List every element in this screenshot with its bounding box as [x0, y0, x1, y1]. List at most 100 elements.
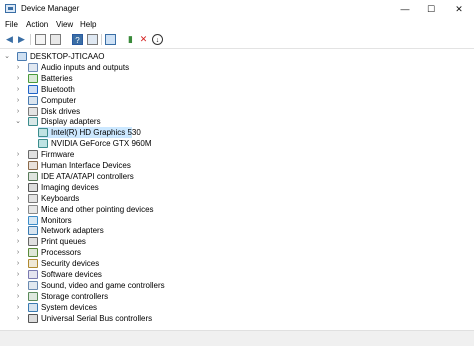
bluetooth-icon	[28, 84, 38, 94]
security-icon	[28, 259, 38, 269]
menu-bar: File Action View Help	[0, 18, 474, 31]
expand-chevron-icon[interactable]: ›	[14, 269, 22, 280]
toolbar: ◀ ▶ ? ▮ ✕ ↓	[0, 31, 474, 49]
toolbar-separator	[30, 34, 31, 45]
expand-chevron-icon[interactable]: ›	[14, 291, 22, 302]
minimize-button[interactable]: —	[392, 0, 418, 18]
expand-chevron-icon[interactable]: ›	[14, 236, 22, 247]
tree-category-label: System devices	[41, 302, 98, 312]
device-tree: ⌄ DESKTOP-JTICAAO › Audio inputs and outp…	[0, 49, 474, 330]
download-driver-icon[interactable]: ↓	[152, 34, 163, 45]
display-adapter-icon	[38, 128, 48, 138]
scrollbar-track[interactable]	[10, 335, 462, 341]
expand-chevron-icon[interactable]: ›	[14, 160, 22, 171]
expand-chevron-icon[interactable]: ›	[14, 313, 22, 324]
tree-category-label: Audio inputs and outputs	[41, 62, 130, 72]
computer-icon	[17, 52, 27, 61]
tree-category-label: Mice and other pointing devices	[41, 204, 154, 214]
collapse-chevron-icon[interactable]: ⌄	[14, 116, 22, 127]
expand-chevron-icon[interactable]: ›	[14, 258, 22, 269]
printer-icon	[28, 237, 38, 247]
close-button[interactable]: ✕	[446, 0, 472, 18]
battery-icon	[28, 73, 38, 83]
menu-action[interactable]: Action	[26, 20, 48, 29]
tree-category-label: Storage controllers	[41, 291, 109, 301]
audio-icon	[28, 62, 38, 72]
expand-chevron-icon[interactable]: ›	[14, 149, 22, 160]
storage-icon	[28, 291, 38, 301]
expand-chevron-icon[interactable]: ›	[14, 247, 22, 258]
tree-category-label: Monitors	[41, 215, 72, 225]
tree-category-label: Display adapters	[41, 117, 101, 127]
tree-category-label: Disk drives	[41, 106, 81, 116]
expand-chevron-icon[interactable]: ›	[14, 225, 22, 236]
scan-monitor-icon[interactable]	[105, 34, 116, 45]
camera-icon	[28, 182, 38, 192]
device-manager-icon	[5, 4, 16, 13]
disk-icon	[28, 106, 38, 116]
update-driver-icon[interactable]: ▮	[125, 34, 136, 45]
tree-category-label: Bluetooth	[41, 84, 75, 94]
tree-device-label: NVIDIA GeForce GTX 960M	[51, 139, 152, 149]
show-hide-console-tree-icon[interactable]	[50, 34, 61, 45]
title-bar: Device Manager — ☐ ✕	[0, 0, 474, 18]
uninstall-device-icon[interactable]: ✕	[138, 34, 149, 45]
tree-category-label: Firmware	[41, 150, 75, 160]
mouse-icon	[28, 204, 38, 214]
device-properties-icon[interactable]	[87, 34, 98, 45]
maximize-button[interactable]: ☐	[418, 0, 444, 18]
ide-icon	[28, 171, 38, 181]
tree-category-label: Keyboards	[41, 193, 80, 203]
tree-category-label: Human Interface Devices	[41, 161, 131, 170]
monitor-icon	[28, 215, 38, 225]
expand-chevron-icon[interactable]: ›	[14, 95, 22, 106]
menu-file[interactable]: File	[5, 20, 18, 29]
expand-chevron-icon[interactable]: ›	[14, 182, 22, 193]
tree-category-label: Batteries	[41, 73, 73, 83]
hid-icon	[28, 161, 38, 170]
tree-category-label: Security devices	[41, 259, 100, 269]
properties-sheet-icon[interactable]	[35, 34, 46, 45]
window-title: Device Manager	[21, 4, 80, 13]
usb-icon	[28, 313, 38, 323]
system-icon	[28, 302, 38, 312]
expand-chevron-icon[interactable]: ›	[14, 171, 22, 182]
help-icon[interactable]: ?	[72, 34, 83, 45]
toolbar-separator	[101, 34, 102, 45]
tree-category-label: Processors	[41, 248, 82, 258]
expand-chevron-icon[interactable]: ›	[14, 302, 22, 313]
menu-help[interactable]: Help	[80, 20, 96, 29]
horizontal-scrollbar[interactable]	[0, 330, 474, 346]
tree-device-label: Intel(R) HD Graphics 530	[51, 128, 141, 138]
forward-arrow-icon[interactable]: ▶	[16, 34, 27, 45]
expand-chevron-icon[interactable]: ›	[14, 73, 22, 84]
display-adapter-icon	[28, 117, 38, 127]
sound-icon	[28, 280, 38, 290]
tree-category-label: Imaging devices	[41, 182, 99, 192]
menu-view[interactable]: View	[56, 20, 73, 29]
tree-category-label: Print queues	[41, 237, 86, 247]
tree-root-label: DESKTOP-JTICAAO	[30, 52, 105, 61]
collapse-chevron-icon[interactable]: ⌄	[3, 51, 11, 62]
expand-chevron-icon[interactable]: ›	[14, 84, 22, 95]
expand-chevron-icon[interactable]: ›	[14, 204, 22, 215]
expand-chevron-icon[interactable]: ›	[14, 280, 22, 291]
processor-icon	[28, 248, 38, 258]
software-icon	[28, 270, 38, 279]
firmware-icon	[28, 150, 38, 160]
expand-chevron-icon[interactable]: ›	[14, 193, 22, 204]
expand-chevron-icon[interactable]: ›	[14, 106, 22, 117]
tree-category-label: Sound, video and game controllers	[41, 280, 165, 290]
tree-category-label: IDE ATA/ATAPI controllers	[41, 171, 134, 181]
tree-category-label: Software devices	[41, 270, 102, 279]
tree-device-item[interactable]: NVIDIA GeForce GTX 960M	[38, 138, 151, 149]
expand-chevron-icon[interactable]: ›	[14, 62, 22, 73]
back-arrow-icon[interactable]: ◀	[4, 34, 15, 45]
expand-chevron-icon[interactable]: ›	[14, 215, 22, 226]
network-icon	[28, 226, 38, 236]
tree-category-label: Computer	[41, 95, 77, 105]
tree-category-label: Universal Serial Bus controllers	[41, 313, 153, 323]
keyboard-icon	[28, 193, 38, 203]
display-adapter-icon	[38, 139, 48, 149]
tree-device-item[interactable]: Intel(R) HD Graphics 530	[38, 127, 141, 139]
